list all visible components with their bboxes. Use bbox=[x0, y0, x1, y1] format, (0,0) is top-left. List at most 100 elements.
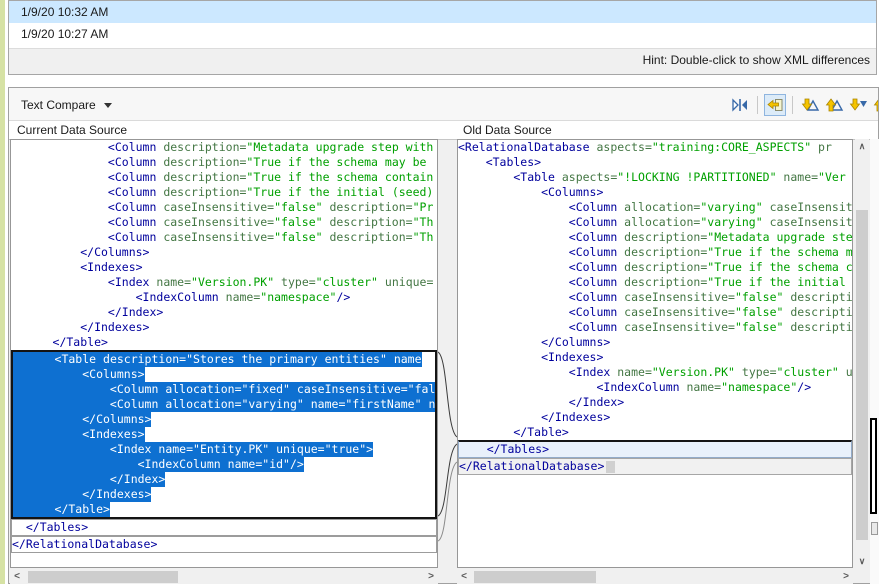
code-line[interactable]: <Tables> bbox=[458, 155, 852, 170]
code-line[interactable]: <Index name="Entity.PK" unique="true"> bbox=[13, 442, 435, 457]
hint-bar: Hint: Double-click to show XML differenc… bbox=[9, 48, 876, 74]
code-line[interactable]: <Table description="Stores the primary e… bbox=[13, 352, 435, 367]
diff-connector-lines bbox=[438, 139, 457, 568]
code-line[interactable]: <Column caseInsensitive="false" descript… bbox=[11, 215, 437, 230]
code-line[interactable]: </Indexes> bbox=[11, 320, 437, 335]
vertical-scrollbar-thumb[interactable] bbox=[856, 210, 868, 540]
code-line[interactable]: <Column description="True if the schema … bbox=[11, 155, 437, 170]
code-line[interactable]: </Table> bbox=[11, 335, 437, 350]
code-line[interactable]: </Tables> bbox=[459, 442, 851, 457]
diff-overview-ruler bbox=[870, 139, 879, 584]
left-edge-strip bbox=[0, 0, 5, 584]
right-code-content: <RelationalDatabase aspects="training:CO… bbox=[458, 140, 852, 475]
history-panel: 1/9/20 10:32 AM1/9/20 10:27 AM Hint: Dou… bbox=[8, 0, 877, 75]
code-line[interactable]: <Column description="Metadata upgrade st… bbox=[11, 140, 437, 155]
code-line[interactable]: <Indexes> bbox=[458, 350, 852, 365]
previous-change-button[interactable] bbox=[871, 94, 879, 116]
code-line[interactable]: </Tables> bbox=[12, 520, 436, 535]
diff-frame-blue: </Tables> bbox=[458, 440, 852, 458]
code-line[interactable]: </Table> bbox=[13, 502, 435, 517]
pane-headers: Current Data Source Old Data Source bbox=[9, 121, 878, 140]
code-line[interactable]: <Column description="True if the schema … bbox=[458, 245, 852, 260]
right-hscrollbar-thumb[interactable] bbox=[474, 571, 596, 583]
toolbar-separator bbox=[757, 96, 758, 114]
diff-connector-gap bbox=[438, 139, 457, 568]
code-line[interactable]: </Columns> bbox=[13, 412, 435, 427]
code-line[interactable]: </Columns> bbox=[458, 335, 852, 350]
code-line[interactable]: <Column description="Metadata upgrade st… bbox=[458, 230, 852, 245]
code-line[interactable]: <Column caseInsensitive="false" descript… bbox=[458, 320, 852, 335]
scroll-left-icon[interactable]: < bbox=[457, 570, 471, 584]
code-line[interactable]: <Column allocation="varying" name="first… bbox=[13, 397, 435, 412]
left-code-content: <Column description="Metadata upgrade st… bbox=[11, 140, 437, 553]
code-line[interactable]: <Column description="True if the schema … bbox=[458, 260, 852, 275]
next-difference-icon bbox=[800, 97, 820, 113]
code-line[interactable]: <IndexColumn name="namespace"/> bbox=[458, 380, 852, 395]
vertical-scrollbar[interactable]: ∧ ∨ bbox=[855, 139, 869, 568]
history-list[interactable]: 1/9/20 10:32 AM1/9/20 10:27 AM bbox=[9, 1, 876, 45]
right-horizontal-scrollbar[interactable]: < > bbox=[457, 570, 853, 584]
history-row[interactable]: 1/9/20 10:27 AM bbox=[9, 23, 876, 45]
code-line[interactable]: <IndexColumn name="namespace"/> bbox=[11, 290, 437, 305]
code-line[interactable]: <Indexes> bbox=[13, 427, 435, 442]
other-diff-marker[interactable] bbox=[871, 522, 878, 535]
swap-left-right-icon bbox=[730, 97, 750, 113]
code-line[interactable]: <Column allocation="varying" caseInsensi… bbox=[458, 215, 852, 230]
copy-all-right-to-left-button[interactable] bbox=[764, 94, 786, 116]
left-code-pane[interactable]: <Column description="Metadata upgrade st… bbox=[10, 139, 438, 568]
code-line[interactable]: <Indexes> bbox=[11, 260, 437, 275]
code-line[interactable]: <Column description="True if the schema … bbox=[11, 170, 437, 185]
compare-mode-label: Text Compare bbox=[21, 98, 96, 112]
code-line[interactable]: <Column description="True if the initial… bbox=[458, 275, 852, 290]
diff-frame-gray: </Tables> bbox=[11, 519, 437, 536]
code-line[interactable]: </RelationalDatabase> bbox=[459, 459, 851, 474]
toolbar-separator bbox=[792, 96, 793, 114]
code-line[interactable]: <IndexColumn name="id"/> bbox=[13, 457, 435, 472]
scroll-left-icon[interactable]: < bbox=[10, 570, 24, 584]
current-diff-marker[interactable] bbox=[870, 418, 877, 514]
code-line[interactable]: </Indexes> bbox=[13, 487, 435, 502]
code-line[interactable]: <Column caseInsensitive="false" descript… bbox=[11, 200, 437, 215]
code-line[interactable]: </RelationalDatabase> bbox=[12, 537, 436, 552]
compare-mode-dropdown[interactable]: Text Compare bbox=[21, 95, 112, 115]
next-change-icon bbox=[848, 97, 868, 113]
previous-difference-button[interactable] bbox=[823, 94, 845, 116]
code-line[interactable]: <Column caseInsensitive="false" descript… bbox=[458, 290, 852, 305]
left-pane-title: Current Data Source bbox=[17, 123, 127, 137]
code-line[interactable]: <Columns> bbox=[13, 367, 435, 382]
scroll-right-icon[interactable]: > bbox=[424, 570, 438, 584]
swap-left-right-button[interactable] bbox=[729, 94, 751, 116]
code-line[interactable]: <Index name="Version.PK" type="cluster" … bbox=[458, 365, 852, 380]
history-row[interactable]: 1/9/20 10:32 AM bbox=[9, 1, 876, 23]
chevron-down-icon bbox=[104, 103, 112, 108]
code-line[interactable]: <Column caseInsensitive="false" descript… bbox=[458, 305, 852, 320]
code-line[interactable]: </Indexes> bbox=[458, 410, 852, 425]
code-line[interactable]: <Column allocation="varying" caseInsensi… bbox=[458, 200, 852, 215]
selection-remnant-block bbox=[606, 461, 615, 473]
scroll-down-icon[interactable]: ∨ bbox=[855, 554, 869, 568]
code-line[interactable]: <Column allocation="fixed" caseInsensiti… bbox=[13, 382, 435, 397]
code-line[interactable]: <Column caseInsensitive="false" descript… bbox=[11, 230, 437, 245]
code-line[interactable]: <Column description="True if the initial… bbox=[11, 185, 437, 200]
code-line[interactable]: </Index> bbox=[11, 305, 437, 320]
right-code-pane[interactable]: <RelationalDatabase aspects="training:CO… bbox=[457, 139, 853, 568]
code-line[interactable]: <Columns> bbox=[458, 185, 852, 200]
diff-frame-gray: </RelationalDatabase> bbox=[11, 536, 437, 553]
next-difference-button[interactable] bbox=[799, 94, 821, 116]
code-line[interactable]: </Index> bbox=[458, 395, 852, 410]
left-horizontal-scrollbar[interactable]: < > bbox=[10, 570, 438, 584]
left-hscrollbar-thumb[interactable] bbox=[28, 571, 178, 583]
code-line[interactable]: </Index> bbox=[13, 472, 435, 487]
compare-editor-window: 1/9/20 10:32 AM1/9/20 10:27 AM Hint: Dou… bbox=[0, 0, 879, 584]
diff-frame-black: <Table description="Stores the primary e… bbox=[11, 350, 437, 519]
code-line[interactable]: <RelationalDatabase aspects="training:CO… bbox=[458, 140, 852, 155]
previous-difference-icon bbox=[824, 97, 844, 113]
scroll-up-icon[interactable]: ∧ bbox=[855, 139, 869, 153]
code-line[interactable]: <Table aspects="!LOCKING !PARTITIONED" n… bbox=[458, 170, 852, 185]
copy-all-right-to-left-icon bbox=[767, 98, 783, 112]
next-change-button[interactable] bbox=[847, 94, 869, 116]
code-line[interactable]: <Index name="Version.PK" type="cluster" … bbox=[11, 275, 437, 290]
code-line[interactable]: </Table> bbox=[458, 425, 852, 440]
code-line[interactable]: </Columns> bbox=[11, 245, 437, 260]
scroll-right-icon[interactable]: > bbox=[839, 570, 853, 584]
